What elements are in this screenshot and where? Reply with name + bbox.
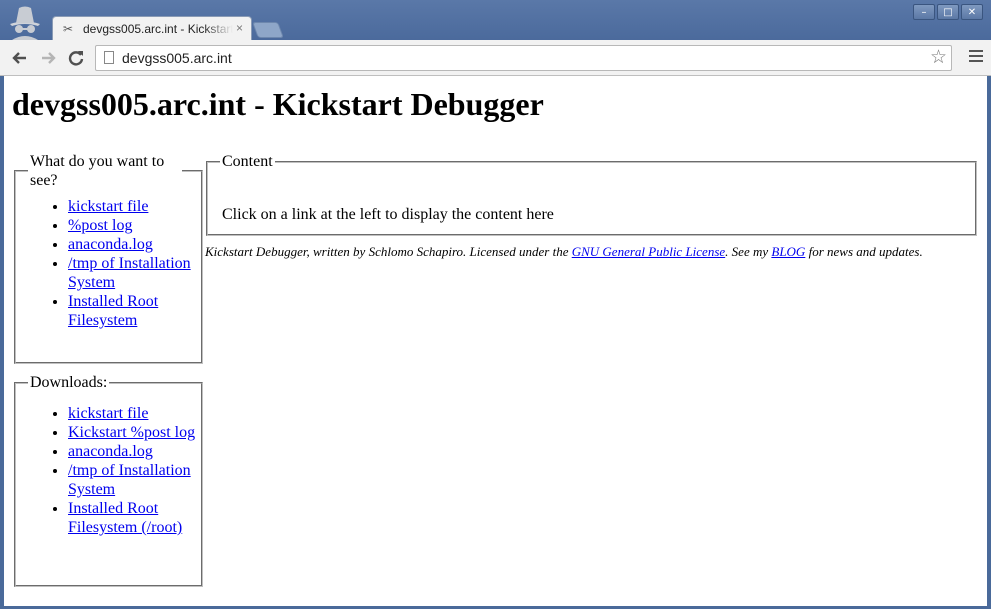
content-panel-legend: Content — [222, 153, 273, 170]
blog-link[interactable]: BLOG — [771, 244, 805, 259]
view-post-log-link[interactable]: %post log — [68, 217, 132, 234]
download-kickstart-file-link[interactable]: kickstart file — [68, 405, 148, 422]
address-bar[interactable]: devgss005.arc.int ☆ — [95, 45, 952, 71]
list-item: anaconda.log — [68, 235, 201, 254]
view-link-list: kickstart file %post log anaconda.log /t… — [16, 190, 201, 330]
close-window-button[interactable]: ✕ — [961, 4, 983, 20]
window-controls: – □ ✕ — [913, 4, 983, 20]
address-url: devgss005.arc.int — [122, 50, 232, 66]
star-icon[interactable]: ☆ — [930, 47, 947, 69]
browser-tab[interactable]: ✂ devgss005.arc.int - Kickstart Debugger… — [52, 16, 252, 41]
incognito-icon — [10, 6, 40, 40]
list-item: Installed Root Filesystem (/root) — [68, 499, 201, 537]
window-titlebar: ✂ devgss005.arc.int - Kickstart Debugger… — [0, 0, 991, 41]
content-panel: Content Click on a link at the left to d… — [206, 152, 977, 236]
download-root-fs-link[interactable]: Installed Root Filesystem (/root) — [68, 500, 182, 536]
page-title: devgss005.arc.int - Kickstart Debugger — [12, 86, 544, 122]
list-item: kickstart file — [68, 404, 201, 423]
page-icon — [104, 51, 114, 64]
back-arrow-icon[interactable] — [10, 48, 30, 68]
downloads-panel: Downloads: kickstart file Kickstart %pos… — [14, 373, 203, 587]
tab-close-icon[interactable]: × — [236, 21, 243, 35]
view-kickstart-file-link[interactable]: kickstart file — [68, 198, 148, 215]
footer-middle: . See my — [725, 244, 772, 259]
view-anaconda-log-link[interactable]: anaconda.log — [68, 236, 153, 253]
tab-title: devgss005.arc.int - Kickstart Debugger — [83, 22, 233, 36]
list-item: anaconda.log — [68, 442, 201, 461]
new-tab-button[interactable] — [252, 22, 284, 38]
footer-note: Kickstart Debugger, written by Schlomo S… — [205, 244, 923, 260]
view-tmp-link[interactable]: /tmp of Installation System — [68, 255, 191, 291]
list-item: kickstart file — [68, 197, 201, 216]
download-tmp-link[interactable]: /tmp of Installation System — [68, 462, 191, 498]
list-item: /tmp of Installation System — [68, 254, 201, 292]
view-panel: What do you want to see? kickstart file … — [14, 152, 203, 364]
footer-prefix: Kickstart Debugger, written by Schlomo S… — [205, 244, 572, 259]
menu-icon[interactable] — [969, 50, 983, 65]
footer-suffix: for news and updates. — [805, 244, 923, 259]
download-post-log-link[interactable]: Kickstart %post log — [68, 424, 195, 441]
browser-toolbar: devgss005.arc.int ☆ — [0, 40, 991, 76]
list-item: Kickstart %post log — [68, 423, 201, 442]
list-item: %post log — [68, 216, 201, 235]
gpl-license-link[interactable]: GNU General Public License — [572, 244, 725, 259]
download-anaconda-log-link[interactable]: anaconda.log — [68, 443, 153, 460]
list-item: /tmp of Installation System — [68, 461, 201, 499]
minimize-button[interactable]: – — [913, 4, 935, 20]
view-panel-legend: What do you want to see? — [30, 153, 165, 189]
view-root-fs-link[interactable]: Installed Root Filesystem — [68, 293, 158, 329]
page-viewport: devgss005.arc.int - Kickstart Debugger W… — [4, 76, 987, 606]
content-placeholder-text: Click on a link at the left to display t… — [222, 206, 554, 223]
forward-arrow-icon[interactable] — [38, 48, 58, 68]
maximize-button[interactable]: □ — [937, 4, 959, 20]
downloads-panel-legend: Downloads: — [30, 374, 108, 391]
tools-favicon: ✂ — [63, 22, 74, 36]
download-link-list: kickstart file Kickstart %post log anaco… — [16, 392, 201, 537]
list-item: Installed Root Filesystem — [68, 292, 201, 330]
reload-icon[interactable] — [66, 48, 86, 68]
